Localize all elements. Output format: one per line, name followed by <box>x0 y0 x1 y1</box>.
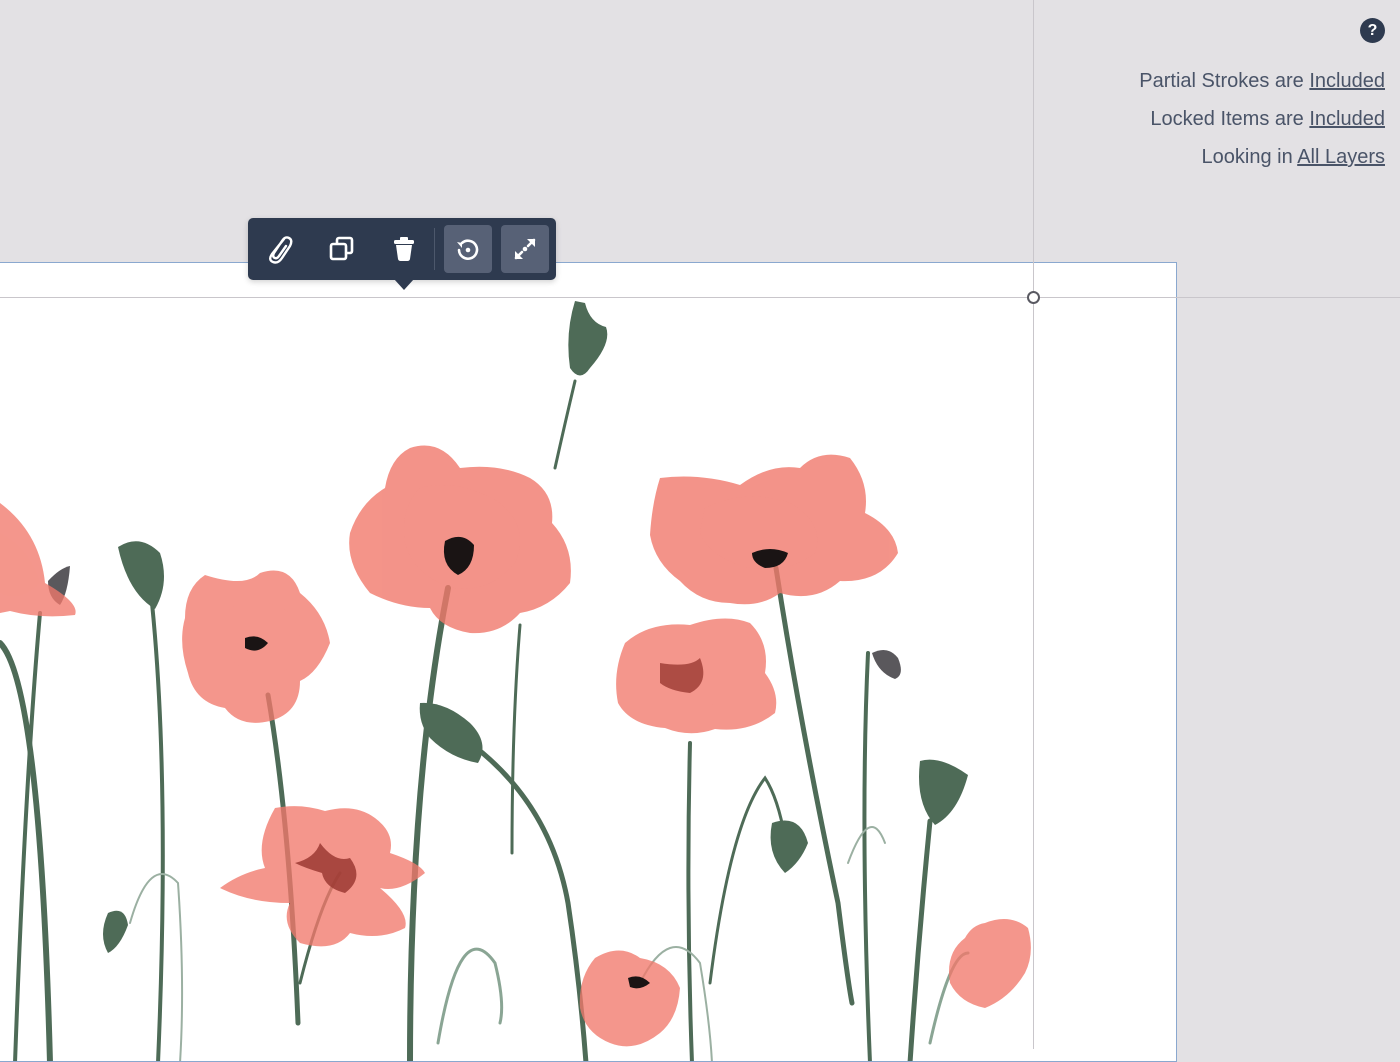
partial-strokes-label: Partial Strokes are <box>1139 70 1304 92</box>
partial-strokes-option: Partial Strokes are Included <box>1139 70 1385 93</box>
locked-items-label: Locked Items are <box>1150 108 1304 130</box>
layers-label: Looking in <box>1201 146 1293 168</box>
locked-items-toggle[interactable]: Included <box>1309 108 1385 130</box>
attach-button[interactable] <box>255 225 303 273</box>
rotate-icon <box>457 239 479 260</box>
poppy-flowers <box>0 445 1031 1047</box>
guide-intersection-handle[interactable] <box>1027 291 1040 304</box>
rotate-button[interactable] <box>444 225 492 273</box>
help-icon[interactable]: ? <box>1360 18 1385 43</box>
poppy-artwork[interactable] <box>0 263 1177 1062</box>
scale-button[interactable] <box>501 225 549 273</box>
duplicate-button[interactable] <box>318 225 366 273</box>
paperclip-icon <box>269 236 293 264</box>
partial-strokes-toggle[interactable]: Included <box>1309 70 1385 92</box>
artboard[interactable] <box>0 262 1177 1062</box>
delete-button[interactable] <box>380 225 428 273</box>
selection-toolbar <box>248 218 556 290</box>
layers-option: Looking in All Layers <box>1202 146 1385 169</box>
layers-toggle[interactable]: All Layers <box>1297 146 1385 168</box>
horizontal-guide[interactable] <box>0 297 1400 298</box>
duplicate-icon <box>329 236 354 261</box>
locked-items-option: Locked Items are Included <box>1150 108 1385 131</box>
vertical-guide[interactable] <box>1033 0 1034 1049</box>
toolbar-separator <box>434 228 435 270</box>
scale-icon <box>514 238 536 260</box>
trash-icon <box>394 237 414 261</box>
